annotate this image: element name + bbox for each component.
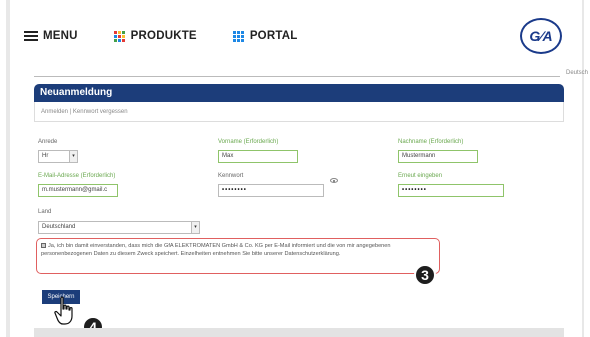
products-label: PRODUKTE xyxy=(130,30,197,42)
grid-icon xyxy=(113,30,125,42)
products-button[interactable]: PRODUKTE xyxy=(113,30,197,42)
hamburger-icon xyxy=(24,31,38,41)
menu-button[interactable]: MENU xyxy=(24,30,78,42)
top-navigation: MENU PRODUKTE PORTAL xyxy=(24,24,333,48)
first-name-field[interactable]: Max xyxy=(218,150,298,163)
grid-icon xyxy=(232,30,244,42)
portal-label: PORTAL xyxy=(249,30,298,42)
divider xyxy=(34,76,560,77)
email-label: E-Mail-Adresse (Erforderlich) xyxy=(38,173,116,179)
consent-checkbox[interactable] xyxy=(41,243,46,249)
chevron-down-icon: ▾ xyxy=(69,151,77,162)
password-field[interactable]: •••••••• xyxy=(218,184,324,197)
company-logo[interactable]: G∕A xyxy=(520,18,562,54)
password-label: Kennwort xyxy=(218,173,244,179)
eye-icon[interactable] xyxy=(330,178,338,183)
password-repeat-label: Erneut eingeben xyxy=(398,173,443,179)
menu-label: MENU xyxy=(43,30,78,42)
panel-tabs[interactable]: Anmelden | Kennwort vergessen xyxy=(34,102,564,122)
panel-title: Neuanmeldung xyxy=(34,84,564,102)
salutation-select[interactable]: Hr ▾ xyxy=(38,150,78,163)
country-label: Land xyxy=(38,209,52,215)
chevron-down-icon: ▾ xyxy=(191,222,199,233)
page xyxy=(10,0,582,337)
portal-button[interactable]: PORTAL xyxy=(232,30,298,42)
password-repeat-field[interactable]: •••••••• xyxy=(398,184,504,197)
footer-bar xyxy=(34,328,564,337)
hand-cursor-icon xyxy=(54,296,73,325)
email-field[interactable]: m.mustermann@gmail.c xyxy=(38,184,118,197)
consent-box: Ja, ich bin damit einverstanden, dass mi… xyxy=(36,238,440,274)
consent-text: Ja, ich bin damit einverstanden, dass mi… xyxy=(41,243,391,257)
salutation-label: Anrede xyxy=(38,139,58,145)
step-badge-3: 3 xyxy=(414,264,436,286)
last-name-field[interactable]: Mustermann xyxy=(398,150,478,163)
last-name-label: Nachname (Erforderlich) xyxy=(398,139,464,145)
language-switch[interactable]: Deutsch xyxy=(566,70,588,76)
country-select[interactable]: Deutschland ▾ xyxy=(38,221,200,234)
first-name-label: Vorname (Erforderlich) xyxy=(218,139,279,145)
